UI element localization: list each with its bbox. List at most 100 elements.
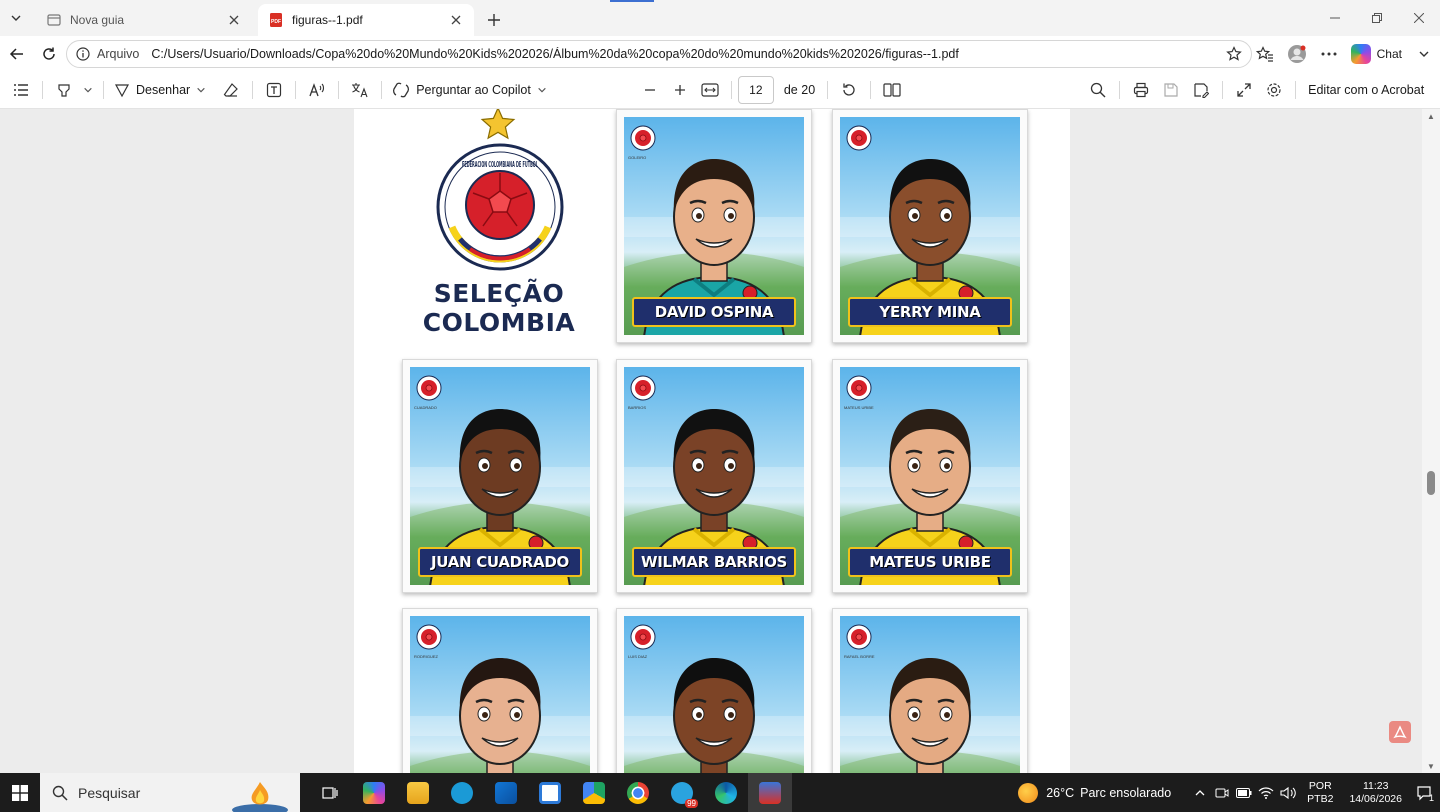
rotate-button[interactable]	[834, 75, 864, 105]
windows-logo-icon	[12, 784, 28, 801]
favorites-button[interactable]	[1249, 38, 1281, 70]
team-crest-icon	[630, 375, 656, 401]
taskbar-drive[interactable]	[572, 773, 616, 812]
page-number-input[interactable]: 12	[737, 76, 774, 104]
taskbar-edge[interactable]	[704, 773, 748, 812]
print-button[interactable]	[1126, 75, 1156, 105]
gear-icon	[1267, 83, 1281, 97]
sticker-caption: RODRIGUEZ	[414, 654, 438, 659]
info-icon[interactable]	[75, 46, 91, 62]
read-aloud-button[interactable]	[302, 75, 332, 105]
close-icon	[1414, 13, 1424, 23]
taskbar-file-explorer[interactable]	[396, 773, 440, 812]
minimize-button[interactable]	[1314, 0, 1356, 36]
taskbar-outlook[interactable]	[484, 773, 528, 812]
chrome-icon	[627, 781, 649, 804]
zoom-in-button[interactable]	[665, 75, 695, 105]
more-options-button[interactable]	[1313, 38, 1345, 70]
notification-center-button[interactable]: 1	[1410, 773, 1440, 812]
edit-with-acrobat-button[interactable]: Editar com o Acrobat	[1302, 75, 1430, 105]
save-button[interactable]	[1156, 75, 1186, 105]
taskbar-pdf-app[interactable]	[748, 773, 792, 812]
task-view-button[interactable]	[308, 773, 352, 812]
sticker-caption: LUIS DIAZ	[628, 654, 648, 659]
player-name-banner: MATEUS URIBE	[848, 547, 1012, 577]
sticker-caption: RAFAEL BORRE	[844, 654, 875, 659]
tab-nova-guia[interactable]: Nova guia	[36, 4, 252, 36]
browser-actions: Chat	[1249, 36, 1440, 72]
refresh-icon	[43, 47, 55, 60]
scroll-up-arrow-icon[interactable]: ▲	[1426, 111, 1436, 121]
highlight-button[interactable]	[49, 75, 79, 105]
tab-figuras-pdf[interactable]: PDF figuras--1.pdf	[258, 4, 474, 36]
show-hidden-icons-chevron-icon[interactable]	[1189, 782, 1211, 804]
erase-button[interactable]	[216, 75, 246, 105]
refresh-button[interactable]	[34, 39, 64, 69]
favorite-star-icon[interactable]	[1223, 43, 1245, 65]
close-window-button[interactable]	[1398, 0, 1440, 36]
input-language[interactable]: POR PTB2	[1307, 780, 1333, 806]
list-icon	[14, 84, 28, 96]
fit-to-width-button[interactable]	[695, 75, 725, 105]
tab-actions-menu[interactable]	[0, 0, 32, 36]
add-text-button[interactable]	[259, 75, 289, 105]
vertical-scrollbar[interactable]: ▲ ▼	[1422, 109, 1440, 773]
weather-sun-icon	[1018, 782, 1039, 803]
save-as-button[interactable]	[1186, 75, 1216, 105]
fullscreen-button[interactable]	[1229, 75, 1259, 105]
rotate-icon	[843, 83, 855, 96]
settings-button[interactable]	[1259, 75, 1289, 105]
meet-now-icon[interactable]	[1211, 782, 1233, 804]
sticker-caption: CUADRADO	[414, 405, 437, 410]
taskbar-chrome[interactable]	[616, 773, 660, 812]
copilot-chat-button[interactable]: Chat	[1345, 40, 1408, 68]
sidebar-menu-button[interactable]	[1408, 38, 1440, 70]
restore-button[interactable]	[1356, 0, 1398, 36]
profile-avatar[interactable]	[1281, 38, 1313, 70]
pdf-viewer[interactable]: FEDERACION COLOMBIANA DE FUTBOL SELEÇÃO …	[0, 109, 1440, 773]
url-text[interactable]: C:/Users/Usuario/Downloads/Copa%20do%20M…	[151, 47, 1223, 61]
taskbar-store[interactable]	[528, 773, 572, 812]
arrow-left-icon	[9, 48, 23, 60]
wifi-icon[interactable]	[1255, 782, 1277, 804]
close-tab-icon[interactable]	[226, 12, 242, 28]
new-tab-button[interactable]	[478, 4, 510, 36]
acrobat-icon	[1393, 725, 1407, 739]
draw-pen-icon	[114, 84, 130, 98]
taskbar-skype[interactable]	[440, 773, 484, 812]
address-bar[interactable]: Arquivo C:/Users/Usuario/Downloads/Copa%…	[66, 40, 1252, 68]
zoom-out-button[interactable]	[635, 75, 665, 105]
taskbar-search[interactable]: Pesquisar	[40, 773, 300, 812]
page-view-button[interactable]	[877, 75, 907, 105]
find-button[interactable]	[1083, 75, 1113, 105]
sticker-caption: GOLEIRO	[628, 155, 647, 160]
fit-width-icon	[701, 83, 719, 97]
new-tab-page-icon	[46, 12, 62, 28]
scrollbar-thumb[interactable]	[1427, 471, 1435, 495]
start-button[interactable]	[0, 773, 40, 812]
volume-icon[interactable]	[1277, 782, 1299, 804]
taskbar-copilot[interactable]	[352, 773, 396, 812]
close-tab-icon[interactable]	[448, 12, 464, 28]
lang-line2: PTB2	[1307, 792, 1334, 805]
sticker-artwork: RODRIGUEZ	[410, 616, 590, 773]
scroll-down-arrow-icon[interactable]: ▼	[1426, 761, 1436, 771]
draw-button[interactable]: Desenhar	[110, 75, 210, 105]
toolbar-divider	[1119, 81, 1121, 99]
translate-button[interactable]	[345, 75, 375, 105]
system-clock[interactable]: 11:23 14/06/2026	[1349, 780, 1402, 806]
contents-button[interactable]	[6, 75, 36, 105]
store-icon	[539, 781, 561, 804]
ask-copilot-button[interactable]: Perguntar ao Copilot	[388, 75, 551, 105]
ask-copilot-label: Perguntar ao Copilot	[416, 83, 531, 97]
battery-icon[interactable]	[1233, 782, 1255, 804]
weather-widget[interactable]: 26°C Parc ensolarado	[1018, 782, 1171, 803]
printer-icon	[1134, 82, 1149, 98]
team-crest-icon	[416, 375, 442, 401]
highlight-menu-button[interactable]	[79, 75, 97, 105]
acrobat-floating-button[interactable]	[1389, 721, 1411, 743]
search-placeholder: Pesquisar	[78, 784, 141, 801]
taskbar-telegram[interactable]: 99	[660, 773, 704, 812]
back-button[interactable]	[2, 39, 32, 69]
chevron-down-icon	[538, 87, 546, 93]
